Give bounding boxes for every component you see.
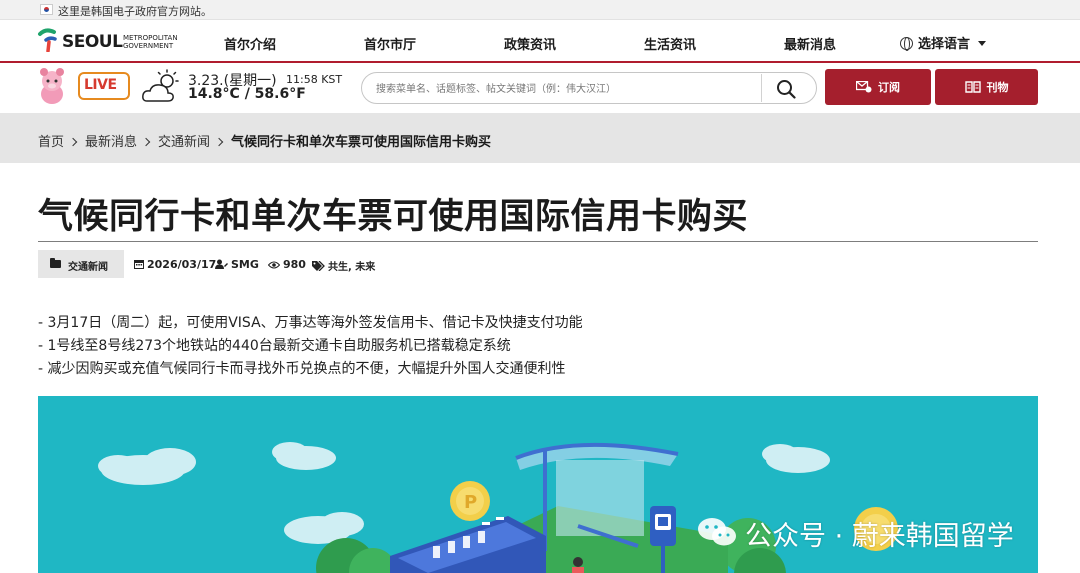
calendar-icon — [134, 260, 144, 269]
language-label: 选择语言 — [918, 37, 971, 52]
globe-icon — [900, 37, 913, 51]
breadcrumb-news[interactable]: 最新消息 — [85, 131, 137, 150]
nav-item-news[interactable]: 最新消息 — [784, 34, 836, 53]
live-label: LIVE — [84, 77, 117, 93]
chevron-right-icon — [141, 137, 151, 147]
article-views: 980 — [268, 258, 306, 271]
breadcrumb-current: 气候同行卡和单次车票可使用国际信用卡购买 — [231, 135, 492, 150]
folder-icon — [50, 258, 61, 268]
logo-name: SEOUL — [62, 32, 123, 52]
language-selector[interactable]: 选择语言 — [900, 33, 987, 52]
seoul-logo[interactable]: SEOUL METROPOLITAN GOVERNMENT — [37, 28, 187, 56]
subscribe-button[interactable]: 订阅 — [825, 69, 931, 105]
summary-line: - 减少因购买或充值气候同行卡而寻找外币兑换点的不便，大幅提升外国人交通便利性 — [38, 361, 566, 377]
korea-flag-icon — [40, 4, 53, 15]
chevron-right-icon — [214, 137, 224, 147]
logo-subtitle: METROPOLITAN GOVERNMENT — [123, 34, 178, 50]
wechat-icon — [698, 518, 736, 546]
nav-item-about[interactable]: 首尔介绍 — [224, 34, 276, 53]
book-icon — [964, 81, 981, 93]
article-title: 气候同行卡和单次车票可使用国际信用卡购买 — [38, 197, 749, 237]
eye-icon — [268, 261, 280, 269]
search-icon[interactable] — [776, 79, 796, 99]
article-meta: 交通新闻 2026/03/17 SMG 980 共生, 未来 — [38, 250, 638, 278]
article-tags[interactable]: 共生, 未来 — [312, 258, 375, 273]
breadcrumb: 首页 最新消息 交通新闻 气候同行卡和单次车票可使用国际信用卡购买 — [0, 113, 1080, 163]
summary-line: - 1号线至8号线273个地铁站的440台最新交通卡自助服务机已搭载稳定系统 — [38, 338, 511, 354]
publication-button[interactable]: 刊物 — [935, 69, 1038, 105]
breadcrumb-traffic-news[interactable]: 交通新闻 — [158, 131, 210, 150]
search-input[interactable] — [376, 79, 756, 99]
top-notice-bar: 这里是韩国电子政府官方网站。 — [0, 0, 1080, 20]
svg-text:P: P — [464, 492, 477, 513]
category-badge[interactable]: 交通新闻 — [38, 250, 124, 278]
nav-item-policy[interactable]: 政策资讯 — [504, 34, 556, 53]
category-label: 交通新闻 — [68, 262, 108, 273]
haechi-mascot-icon[interactable] — [36, 67, 68, 105]
chevron-right-icon — [68, 137, 78, 147]
seoul-logo-mark-icon — [38, 28, 57, 52]
article-summary: - 3月17日（周二）起，可使用VISA、万事达等海外签发信用卡、借记卡及快捷支… — [38, 312, 583, 381]
tags-icon — [312, 261, 325, 271]
search-separator — [761, 74, 762, 102]
breadcrumb-home[interactable]: 首页 — [38, 131, 64, 150]
wechat-watermark: 公众号 · 蔚来韩国留学 — [697, 512, 1057, 552]
partly-cloudy-icon — [142, 69, 179, 102]
subscribe-label: 订阅 — [878, 81, 900, 94]
weather-time: 11:58 KST — [286, 73, 343, 86]
article-author: SMG — [215, 258, 259, 271]
weather-temperature: 14.8°C / 58.6°F — [188, 86, 306, 102]
article-date: 2026/03/17 — [134, 258, 216, 271]
caret-down-icon — [978, 41, 987, 46]
nav-item-living[interactable]: 生活资讯 — [644, 34, 696, 53]
watermark-text: 公众号 · 蔚来韩国留学 — [745, 521, 1014, 552]
publication-label: 刊物 — [986, 81, 1009, 94]
notice-text: 这里是韩国电子政府官方网站。 — [58, 5, 212, 18]
summary-line: - 3月17日（周二）起，可使用VISA、万事达等海外签发信用卡、借记卡及快捷支… — [38, 315, 583, 331]
user-edit-icon — [215, 259, 228, 269]
title-divider — [38, 241, 1038, 242]
search-box — [361, 72, 817, 104]
subscribe-icon — [856, 81, 872, 93]
live-button[interactable]: LIVE — [78, 72, 130, 100]
nav-item-city-hall[interactable]: 首尔市厅 — [364, 34, 416, 53]
